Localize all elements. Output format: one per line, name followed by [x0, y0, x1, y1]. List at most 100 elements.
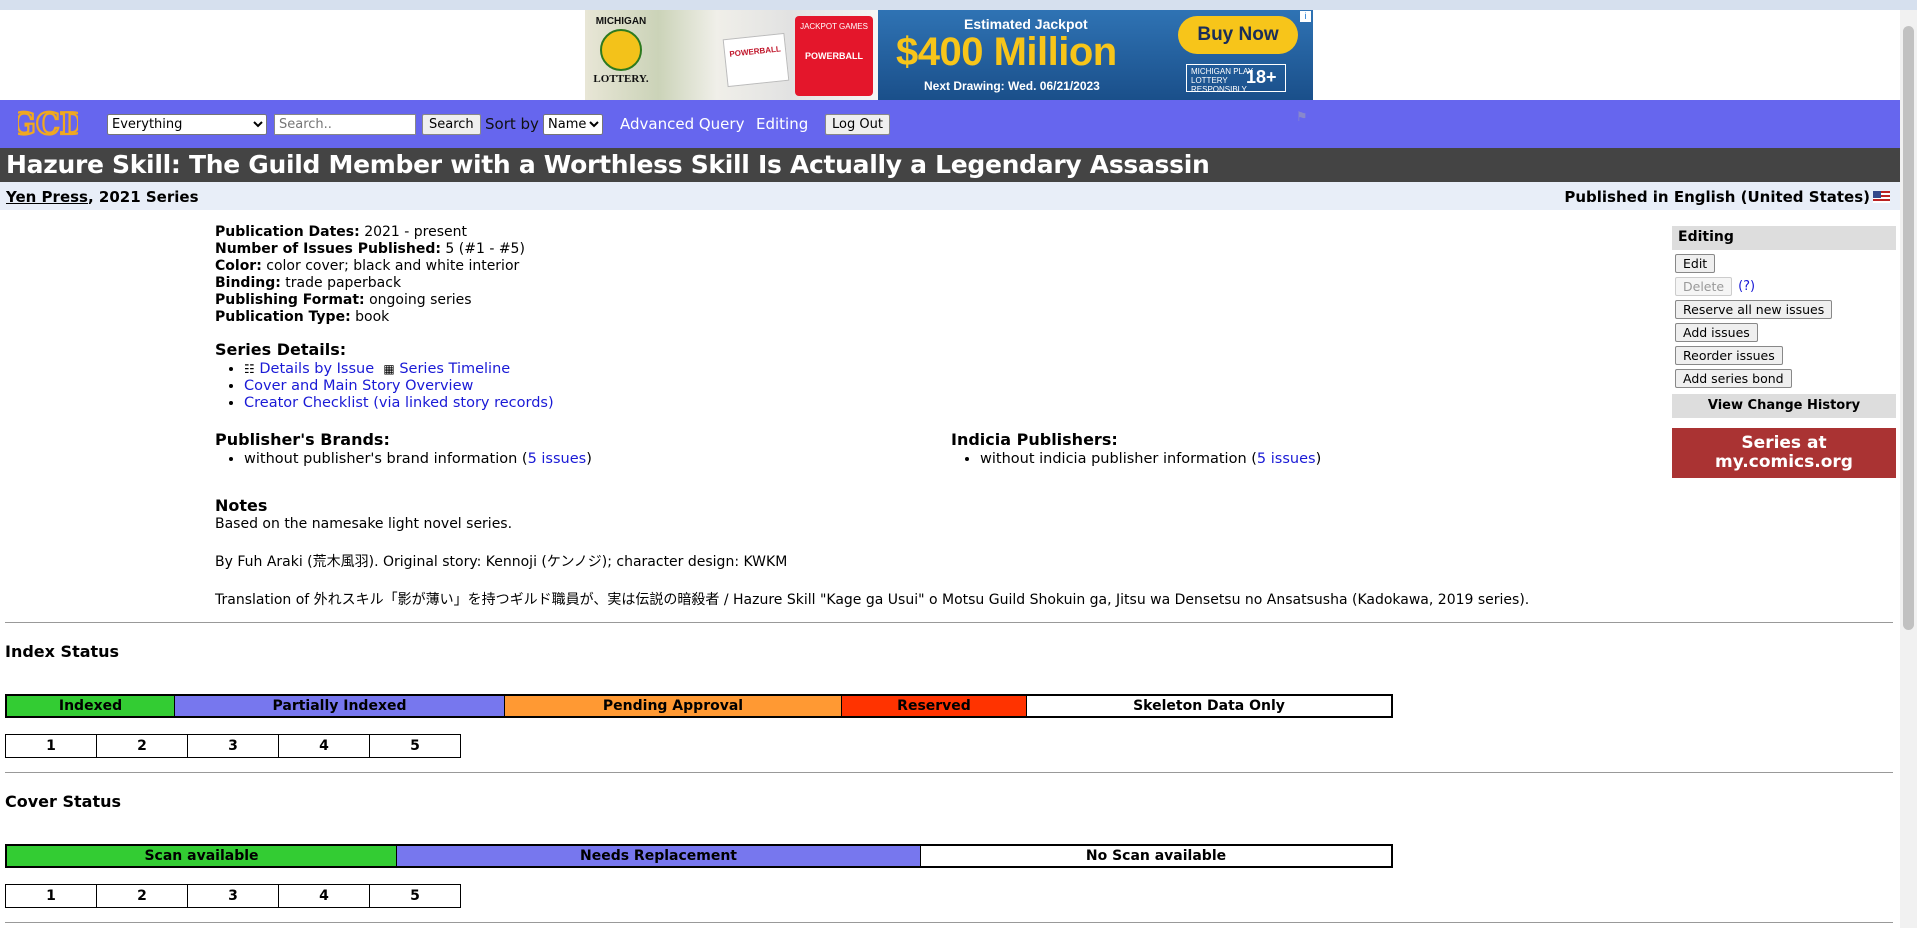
- issue-cell[interactable]: 4: [278, 734, 370, 758]
- delete-button[interactable]: Delete: [1675, 277, 1733, 296]
- gcd-logo[interactable]: GCD: [18, 102, 78, 144]
- list-item: without publisher's brand information (5…: [244, 451, 915, 468]
- divider: [5, 922, 1893, 923]
- search-button[interactable]: Search: [422, 114, 481, 135]
- michigan-lottery-logo: MICHIGAN LOTTERY.: [591, 16, 651, 94]
- brands-close: ): [586, 451, 592, 467]
- page-title: Hazure Skill: The Guild Member with a Wo…: [6, 150, 1210, 179]
- edit-button[interactable]: Edit: [1675, 254, 1716, 273]
- binding-label: Binding:: [215, 275, 281, 291]
- divider: [5, 772, 1893, 773]
- gcd-logo-text: GCD: [18, 107, 78, 142]
- color-row: Color: color cover; black and white inte…: [215, 258, 1655, 275]
- advanced-query-link[interactable]: Advanced Query: [620, 115, 744, 133]
- legend-pending-approval: Pending Approval: [505, 696, 842, 716]
- divider: [5, 622, 1893, 623]
- index-status-issues: 1 2 3 4 5: [5, 734, 461, 758]
- add-series-bond-button[interactable]: Add series bond: [1675, 369, 1792, 388]
- browser-top-strip: [0, 0, 1917, 10]
- indicia-issues-link[interactable]: 5 issues: [1257, 451, 1316, 467]
- legend-scan-available: Scan available: [7, 846, 397, 866]
- creator-checklist-link[interactable]: Creator Checklist (via linked story reco…: [244, 395, 554, 411]
- color-label: Color:: [215, 258, 262, 274]
- legend-indexed: Indexed: [7, 696, 175, 716]
- logout-button[interactable]: Log Out: [825, 114, 890, 135]
- add-issues-button[interactable]: Add issues: [1675, 323, 1758, 342]
- publisher-brands-list: without publisher's brand information (5…: [215, 451, 915, 468]
- notes-line: Based on the namesake light novel series…: [215, 516, 513, 532]
- ad-jackpot-amount: $400 Million: [896, 30, 1117, 74]
- view-change-history-button[interactable]: View Change History: [1672, 394, 1896, 418]
- ad-brand-bottom: LOTTERY.: [593, 73, 649, 85]
- notes-line: By Fuh Araki (荒木風羽). Original story: Ken…: [215, 554, 788, 570]
- issue-cell[interactable]: 1: [5, 734, 97, 758]
- indicia-close: ): [1315, 451, 1322, 467]
- cover-status-issues: 1 2 3 4 5: [5, 884, 461, 908]
- issue-cell[interactable]: 4: [278, 884, 370, 908]
- ad-ticket: POWERBALL: [722, 32, 790, 88]
- sort-select[interactable]: Name: [543, 114, 603, 135]
- list-item: Cover and Main Story Overview: [244, 378, 1655, 395]
- type-value: book: [355, 309, 390, 325]
- color-value: color cover; black and white interior: [266, 258, 520, 274]
- list-item: ☷ Details by Issue ▦ Series Timeline: [244, 361, 1655, 378]
- legend-needs-replacement: Needs Replacement: [397, 846, 921, 866]
- search-input[interactable]: [274, 114, 416, 135]
- brands-text: without publisher's brand information (: [244, 451, 528, 467]
- cover-status-heading: Cover Status: [5, 792, 122, 811]
- editing-link[interactable]: Editing: [756, 115, 808, 133]
- issues-published-label: Number of Issues Published:: [215, 241, 441, 257]
- cover-overview-link[interactable]: Cover and Main Story Overview: [244, 378, 473, 394]
- issue-cell[interactable]: 2: [96, 734, 188, 758]
- reserve-all-button[interactable]: Reserve all new issues: [1675, 300, 1833, 319]
- issue-cell[interactable]: 2: [96, 884, 188, 908]
- editing-heading: Editing: [1672, 226, 1896, 250]
- publisher-link[interactable]: Yen Press: [6, 188, 88, 206]
- issue-cell[interactable]: 1: [5, 884, 97, 908]
- publisher-brands-heading: Publisher's Brands:: [215, 430, 390, 449]
- issue-cell[interactable]: 5: [369, 884, 461, 908]
- indicia-publishers-section: Indicia Publishers: without indicia publ…: [951, 430, 1651, 468]
- brands-issues-link[interactable]: 5 issues: [528, 451, 587, 467]
- ad-image-left: MICHIGAN LOTTERY. POWERBALL JACKPOT GAME…: [585, 10, 878, 100]
- format-label: Publishing Format:: [215, 292, 365, 308]
- series-year: , 2021 Series: [87, 188, 199, 206]
- lottery-ad-banner[interactable]: MICHIGAN LOTTERY. POWERBALL JACKPOT GAME…: [585, 10, 1313, 100]
- indicia-publishers-heading: Indicia Publishers:: [951, 430, 1118, 449]
- search-scope-select[interactable]: Everything: [107, 114, 267, 135]
- series-title-bar: Hazure Skill: The Guild Member with a Wo…: [0, 148, 1900, 182]
- editing-sidebar: Editing Edit Delete (?) Reserve all new …: [1672, 226, 1896, 478]
- format-value: ongoing series: [369, 292, 472, 308]
- details-by-issue-link[interactable]: Details by Issue: [259, 361, 374, 377]
- issues-published-value: 5 (#1 - #5): [445, 241, 525, 257]
- delete-help-link[interactable]: (?): [1738, 279, 1755, 294]
- mycomics-link[interactable]: Series at my.comics.org: [1672, 428, 1896, 478]
- scrollbar-thumb[interactable]: [1903, 26, 1914, 630]
- notes-heading: Notes: [215, 496, 268, 515]
- index-status-heading: Index Status: [5, 642, 120, 661]
- legend-reserved: Reserved: [842, 696, 1027, 716]
- legend-no-scan-available: No Scan available: [921, 846, 1391, 866]
- ad-cards-sub: POWERBALL: [805, 51, 863, 61]
- ad-brand-top: MICHIGAN: [595, 16, 647, 27]
- ad-info-icon[interactable]: i: [1300, 11, 1311, 22]
- type-label: Publication Type:: [215, 309, 351, 325]
- issue-cell[interactable]: 5: [369, 734, 461, 758]
- series-details-main: Publication Dates: 2021 - present Number…: [215, 224, 1655, 608]
- language-flag-icon[interactable]: ⚑: [1296, 110, 1308, 125]
- reorder-issues-button[interactable]: Reorder issues: [1675, 346, 1783, 365]
- mycomics-line2: my.comics.org: [1715, 452, 1853, 472]
- issue-cell[interactable]: 3: [187, 884, 279, 908]
- publisher-brands-section: Publisher's Brands: without publisher's …: [215, 430, 915, 468]
- indicia-text: without indicia publisher information (: [980, 451, 1257, 467]
- series-timeline-link[interactable]: Series Timeline: [399, 361, 510, 377]
- ad-cards-title: JACKPOT GAMES: [800, 22, 868, 31]
- notes-line: Translation of 外れスキル「影が薄い」を持つギルド職員が、実は伝説…: [215, 592, 1530, 608]
- series-details-list: ☷ Details by Issue ▦ Series Timeline Cov…: [215, 361, 1655, 412]
- legend-partially-indexed: Partially Indexed: [175, 696, 505, 716]
- calendar-icon: ▦: [383, 362, 395, 376]
- published-in-label: Published in English (United States): [1564, 188, 1870, 206]
- issue-cell[interactable]: 3: [187, 734, 279, 758]
- publication-dates-label: Publication Dates:: [215, 224, 360, 240]
- ad-buy-now-button[interactable]: Buy Now: [1178, 16, 1298, 54]
